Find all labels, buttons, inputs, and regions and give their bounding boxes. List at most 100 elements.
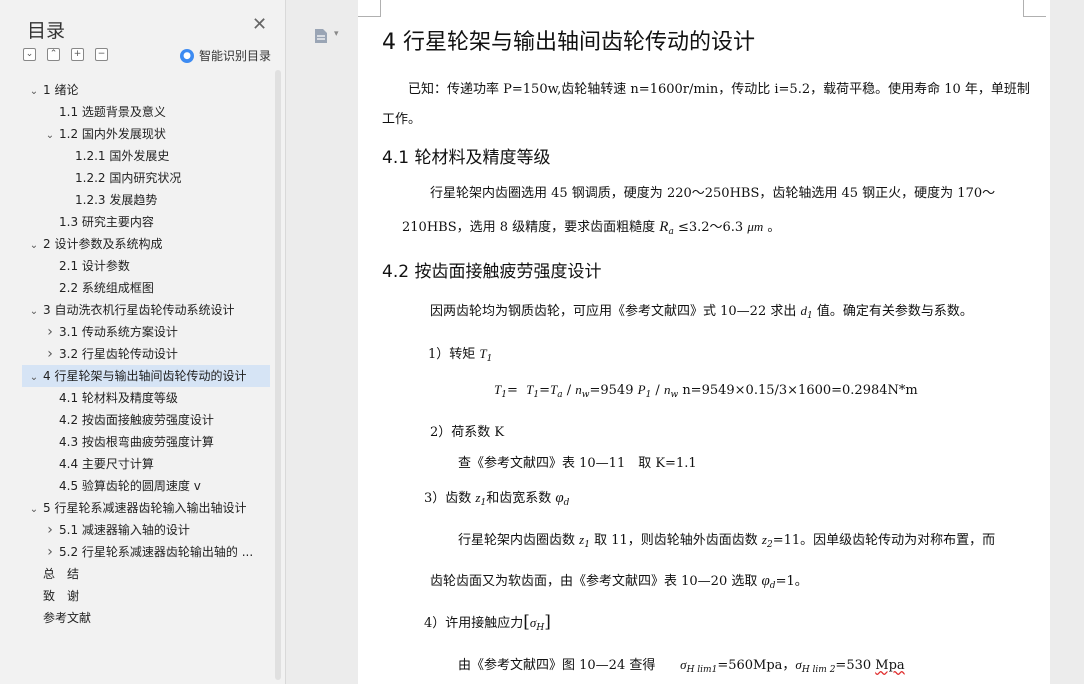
- toc-item[interactable]: 1.2.1 国外发展史: [22, 145, 270, 167]
- text: 210HBS，选用 8 级精度，要求齿面粗糙度: [402, 220, 660, 235]
- toc-item-label: 1.2.3 发展趋势: [75, 193, 158, 207]
- toc-item[interactable]: 2.2 系统组成框图: [22, 277, 270, 299]
- toc-item[interactable]: › 3.2 行星齿轮传动设计: [22, 343, 270, 365]
- toc-item[interactable]: 4.3 按齿根弯曲疲劳强度计算: [22, 431, 270, 453]
- toc-item[interactable]: 1.2.2 国内研究状况: [22, 167, 270, 189]
- text: =560Mpa，: [717, 658, 796, 673]
- smart-toc-label: 智能识别目录: [199, 49, 272, 63]
- toc-item-label: 4.1 轮材料及精度等级: [59, 391, 178, 405]
- toc-item[interactable]: ⌄ 4 行星轮架与输出轴间齿轮传动的设计: [22, 365, 270, 387]
- toc-item[interactable]: 参考文献: [22, 607, 270, 629]
- toc-item[interactable]: 总 结: [22, 563, 270, 585]
- toc-item-label: 4 行星轮架与输出轴间齿轮传动的设计: [43, 369, 247, 383]
- paragraph-3-line2: 齿轮齿面又为软齿面，由《参考文献四》表 10—20 选取 φd=1。: [430, 573, 808, 591]
- text: =1。: [775, 574, 808, 589]
- text: 行星轮架内齿圈齿数: [458, 533, 580, 548]
- text: 由《参考文献四》图 10—24 查得: [458, 658, 656, 673]
- chevron-down-icon[interactable]: ⌄: [44, 125, 56, 145]
- toc-item-label: 1.1 选题背景及意义: [59, 105, 166, 119]
- toc-item[interactable]: ⌄ 1 绪论: [22, 79, 270, 101]
- paragraph-3-line1: 行星轮架内齿圈齿数 z1 取 11，则齿轮轴外齿面齿数 z2=11。因单级齿轮传…: [458, 532, 996, 550]
- toc-item[interactable]: ⌄ 1.2 国内外发展现状: [22, 123, 270, 145]
- chevron-down-icon[interactable]: ⌄: [28, 499, 40, 519]
- toc-item[interactable]: 致 谢: [22, 585, 270, 607]
- toc-item-label: 1.2.2 国内研究状况: [75, 171, 182, 185]
- toc-item-label: 总 结: [43, 567, 80, 581]
- toc-panel: 目录 ✕ ⌄ ⌃ + − ● 智能识别目录 ⌄ 1 绪论 1.1 选题背景及意义 ⌄ 1…: [0, 0, 286, 684]
- document-icon[interactable]: [314, 28, 328, 44]
- paragraph-4-1-line2: 210HBS，选用 8 级精度，要求齿面粗糙度 Ra ≤3.2～6.3 μm 。: [402, 216, 780, 237]
- symbol-sub-1: 1: [486, 354, 493, 364]
- toc-item-label: 2.2 系统组成框图: [59, 281, 154, 295]
- toc-item-label: 5.2 行星轮系减速器齿轮输出轴的 ...: [59, 545, 254, 559]
- toc-item-label: 2 设计参数及系统构成: [43, 237, 163, 251]
- equation-torque: T1= T1=Ta / nw=9549 P1 / nw n=9549×0.15/…: [494, 382, 918, 400]
- toc-item-label: 4.5 验算齿轮的圆周速度 v: [59, 479, 201, 493]
- toc-item[interactable]: › 5.1 减速器输入轴的设计: [22, 519, 270, 541]
- text: n=9549×0.15/3×1600=0.2984N*m: [682, 383, 918, 398]
- toc-item[interactable]: › 5.2 行星轮系减速器齿轮输出轴的 ...: [22, 541, 270, 563]
- toc-item[interactable]: 1.1 选题背景及意义: [22, 101, 270, 123]
- toc-item[interactable]: ⌄ 5 行星轮系减速器齿轮输入输出轴设计: [22, 497, 270, 519]
- step-2-detail: 查《参考文献四》表 10—11 取 K=1.1: [458, 456, 697, 471]
- collapse-all-icon[interactable]: ⌄: [23, 48, 36, 61]
- chevron-down-icon[interactable]: ⌄: [28, 235, 40, 255]
- text: 齿轮齿面又为软齿面，由《参考文献四》表 10—20 选取: [430, 574, 762, 589]
- chevron-right-icon[interactable]: ›: [44, 541, 56, 563]
- remove-heading-icon[interactable]: −: [95, 48, 108, 61]
- heading-4-2: 4.2 按齿面接触疲劳强度设计: [382, 262, 602, 282]
- text: 值。确定有关参数与系数。: [812, 304, 973, 319]
- toc-item-label: 致 谢: [43, 589, 80, 603]
- chevron-right-icon[interactable]: ›: [44, 321, 56, 343]
- step-4-detail: 由《参考文献四》图 10—24 查得 σH lim1=560Mpa，σH lim…: [458, 657, 905, 675]
- ai-icon: ●: [180, 48, 194, 63]
- toc-item-label: 1.3 研究主要内容: [59, 215, 154, 229]
- chevron-down-icon[interactable]: ⌄: [28, 81, 40, 101]
- toc-item[interactable]: ⌄ 2 设计参数及系统构成: [22, 233, 270, 255]
- text: 3）齿数: [424, 491, 476, 506]
- symbol-T: T: [479, 346, 487, 361]
- toc-item-label: 5 行星轮系减速器齿轮输入输出轴设计: [43, 501, 247, 515]
- toc-item-label: 4.4 主要尺寸计算: [59, 457, 154, 471]
- toc-item-label: 2.1 设计参数: [59, 259, 130, 273]
- toc-item-label: 4.2 按齿面接触疲劳强度设计: [59, 413, 214, 427]
- symbol-um: μm: [747, 219, 764, 234]
- toc-item[interactable]: 4.1 轮材料及精度等级: [22, 387, 270, 409]
- smart-toc-button[interactable]: ● 智能识别目录: [180, 47, 271, 64]
- step-2-load-factor: 2）荷系数 K: [430, 425, 505, 440]
- toc-item[interactable]: 4.2 按齿面接触疲劳强度设计: [22, 409, 270, 431]
- chevron-right-icon[interactable]: ›: [44, 519, 56, 541]
- text: =11。因单级齿轮传动为对称布置，而: [772, 533, 996, 548]
- toc-title: 目录: [27, 20, 66, 42]
- toc-item[interactable]: › 3.1 传动系统方案设计: [22, 321, 270, 343]
- toc-item-label: 1.2.1 国外发展史: [75, 149, 170, 163]
- toc-scrollbar[interactable]: [275, 70, 281, 680]
- toc-item-label: 5.1 减速器输入轴的设计: [59, 523, 190, 537]
- text: 1）转矩: [428, 347, 480, 362]
- toc-item[interactable]: 1.2.3 发展趋势: [22, 189, 270, 211]
- toc-item-label: 参考文献: [43, 611, 92, 625]
- toc-item[interactable]: ⌄ 3 自动洗衣机行星齿轮传动系统设计: [22, 299, 270, 321]
- toc-item-label: 4.3 按齿根弯曲疲劳强度计算: [59, 435, 214, 449]
- page-corner-mark: [358, 0, 381, 17]
- step-3-teeth: 3）齿数 z1和齿宽系数 φd: [424, 490, 570, 508]
- chevron-right-icon[interactable]: ›: [44, 343, 56, 365]
- text: =9549: [589, 383, 638, 398]
- toc-scrollbar-thumb[interactable]: [275, 70, 281, 680]
- toc-item[interactable]: 1.3 研究主要内容: [22, 211, 270, 233]
- chevron-down-icon[interactable]: ⌄: [28, 367, 40, 387]
- text: 因两齿轮均为钢质齿轮，可应用《参考文献四》式 10—22 求出: [430, 304, 801, 319]
- toc-item[interactable]: 2.1 设计参数: [22, 255, 270, 277]
- step-1-torque: 1）转矩 T1: [428, 343, 492, 364]
- toc-item[interactable]: 4.4 主要尺寸计算: [22, 453, 270, 475]
- caret-down-icon[interactable]: ▾: [334, 29, 339, 39]
- toc-item[interactable]: 4.5 验算齿轮的圆周速度 v: [22, 475, 270, 497]
- add-heading-icon[interactable]: +: [71, 48, 84, 61]
- document-page: 4 行星轮架与输出轴间齿轮传动的设计 已知：传递功率 P=150w,齿轮轴转速 …: [358, 0, 1050, 684]
- page-corner-mark: [1023, 0, 1046, 17]
- toc-item-label: 3.2 行星齿轮传动设计: [59, 347, 178, 361]
- expand-up-icon[interactable]: ⌃: [47, 48, 60, 61]
- chevron-down-icon[interactable]: ⌄: [28, 301, 40, 321]
- close-icon[interactable]: ✕: [252, 14, 267, 35]
- toc-item-label: 3.1 传动系统方案设计: [59, 325, 178, 339]
